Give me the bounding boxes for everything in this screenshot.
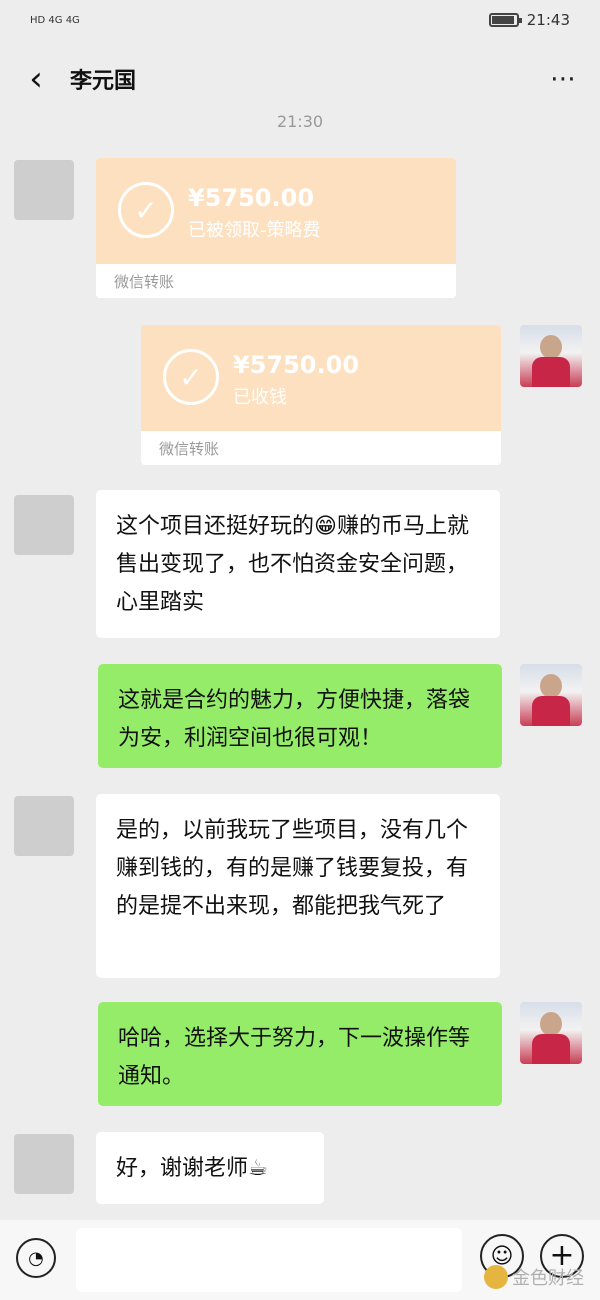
- avatar: [14, 495, 74, 555]
- status-bar: HD 4G 4G 21:43: [0, 0, 600, 40]
- message-text: 这个项目还挺好玩的: [116, 514, 315, 539]
- network-indicator: HD 4G 4G: [30, 14, 80, 26]
- watermark: 金色财经: [484, 1264, 584, 1290]
- transfer-amount: ¥5750.00: [188, 184, 315, 212]
- avatar: [14, 160, 74, 220]
- check-icon: ✓: [118, 182, 174, 238]
- more-dots-icon[interactable]: ⋯: [550, 64, 578, 94]
- avatar[interactable]: [520, 1002, 582, 1064]
- message-text: 好，谢谢老师: [116, 1156, 249, 1181]
- message-bubble: 好，谢谢老师☕: [96, 1132, 324, 1204]
- message-text: 这就是合约的魅力，方便快捷，落袋为安，利润空间也很可观！: [118, 688, 471, 751]
- transfer-note: 已收钱: [233, 387, 287, 408]
- message-input[interactable]: [76, 1228, 462, 1292]
- message-time: 21:30: [276, 112, 324, 131]
- coffee-icon: ☕: [248, 1156, 268, 1181]
- avatar[interactable]: [520, 664, 582, 726]
- message-text: 是的，以前我玩了些项目，没有几个赚到钱的，有的是赚了钱要复投，有的是提不出来现，…: [116, 818, 469, 919]
- transfer-amount: ¥5750.00: [233, 351, 360, 379]
- watermark-text: 金色财经: [512, 1268, 584, 1289]
- avatar: [14, 796, 74, 856]
- voice-icon[interactable]: ◔: [16, 1238, 56, 1278]
- chat-title: 李元国: [70, 69, 137, 94]
- transfer-note: 已被领取-策略费: [188, 220, 321, 241]
- avatar: [14, 1134, 74, 1194]
- transfer-footer: 微信转账: [159, 439, 220, 458]
- status-right: 21:43: [488, 11, 570, 29]
- message-bubble: 是的，以前我玩了些项目，没有几个赚到钱的，有的是赚了钱要复投，有的是提不出来现，…: [96, 794, 500, 978]
- transfer-card[interactable]: ✓ ¥5750.00 已收钱 微信转账: [141, 325, 501, 465]
- transfer-card[interactable]: ✓ ¥5750.00 已被领取-策略费 微信转账: [96, 158, 456, 298]
- logo-icon: [484, 1265, 508, 1289]
- status-time: 21:43: [526, 11, 570, 29]
- check-icon: ✓: [163, 349, 219, 405]
- message-bubble: 这就是合约的魅力，方便快捷，落袋为安，利润空间也很可观！: [98, 664, 502, 768]
- battery-icon: [488, 13, 522, 27]
- message-text: 哈哈，选择大于努力，下一波操作等通知。: [118, 1026, 471, 1089]
- chat-header: ‹ 李元国 ⋯: [0, 40, 600, 118]
- transfer-footer: 微信转账: [114, 272, 175, 291]
- message-bubble: 这个项目还挺好玩的😁赚的币马上就售出变现了，也不怕资金安全问题，心里踏实: [96, 490, 500, 638]
- grin-emoji-icon: 😁: [314, 514, 337, 539]
- message-bubble: 哈哈，选择大于努力，下一波操作等通知。: [98, 1002, 502, 1106]
- status-indicators: HD 4G 4G: [30, 15, 80, 26]
- avatar[interactable]: [520, 325, 582, 387]
- chevron-left-icon[interactable]: ‹: [22, 62, 50, 96]
